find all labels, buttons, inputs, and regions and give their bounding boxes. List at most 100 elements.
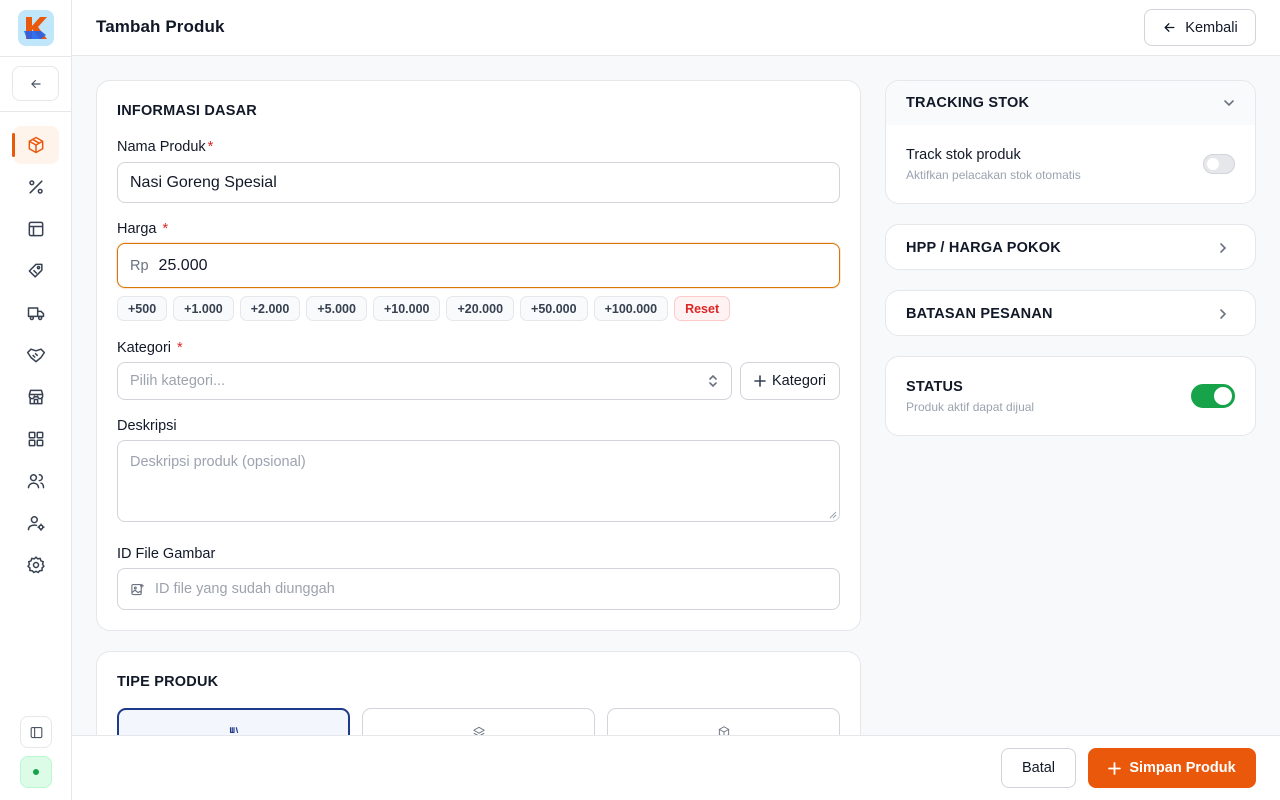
- back-button-label: Kembali: [1185, 19, 1238, 36]
- status-card: STATUS Produk aktif dapat dijual: [885, 356, 1256, 436]
- box-icon: [28, 136, 44, 154]
- add-category-button[interactable]: Kategori: [740, 362, 840, 400]
- select-placeholder: Pilih kategori...: [130, 373, 226, 389]
- required-mark: *: [177, 340, 183, 356]
- track-stock-title: Track stok produk: [906, 147, 1021, 163]
- plus-icon: [1108, 761, 1122, 775]
- reset-price-button[interactable]: Reset: [674, 296, 731, 321]
- toggle-knob: [1214, 387, 1232, 405]
- app-logo[interactable]: [18, 10, 54, 46]
- nav-item-settings[interactable]: [13, 546, 59, 584]
- chevron-right-icon: [1220, 243, 1227, 253]
- nav-item-apps[interactable]: [13, 420, 59, 458]
- grid-icon: [28, 431, 44, 447]
- gear-icon: [27, 556, 45, 574]
- layout-icon: [28, 221, 44, 237]
- section-title: HPP / HARGA POKOK: [906, 240, 1061, 256]
- required-mark: *: [162, 221, 169, 237]
- logo-icon: [24, 17, 47, 39]
- label-text: Kategori: [117, 340, 172, 356]
- image-plus-icon: [131, 583, 144, 595]
- nav-item-tags[interactable]: [13, 252, 59, 290]
- nav-item-partners[interactable]: [13, 336, 59, 374]
- chevron-up-down-icon: [709, 374, 717, 388]
- input-value: Nasi Goreng Spesial: [130, 173, 277, 191]
- button-label: Kategori: [771, 373, 826, 389]
- quick-amount-chips: +500 +1.000 +2.000 +5.000 +10.000 +20.00…: [117, 296, 731, 321]
- nav-item-delivery[interactable]: [13, 294, 59, 332]
- connection-status-indicator[interactable]: [20, 756, 52, 788]
- label-text: Nama Produk: [117, 139, 206, 155]
- nav-item-customers[interactable]: [13, 462, 59, 500]
- basic-info-card: INFORMASI DASAR Nama Produk * Nasi Goreng…: [96, 80, 861, 631]
- textarea-placeholder: Deskripsi produk (opsional): [130, 454, 306, 470]
- description-label: Deskripsi: [117, 418, 177, 434]
- product-name-input[interactable]: Nasi Goreng Spesial: [117, 162, 840, 203]
- arrow-left-icon: [30, 79, 41, 88]
- sidebar-divider: [0, 56, 72, 57]
- store-icon: [28, 389, 44, 405]
- arrow-left-icon: [1164, 23, 1175, 32]
- quick-amount-chip[interactable]: +10.000: [372, 296, 441, 321]
- plus-icon: [754, 375, 766, 387]
- price-input[interactable]: Rp 25.000: [117, 243, 840, 288]
- nav-item-stores[interactable]: [13, 378, 59, 416]
- quick-amount-chip[interactable]: +50.000: [520, 296, 588, 321]
- input-placeholder: ID file yang sudah diunggah: [155, 581, 335, 597]
- status-subtitle: Produk aktif dapat dijual: [906, 400, 1035, 414]
- toggle-knob: [1207, 158, 1219, 170]
- currency-prefix: Rp: [130, 257, 149, 274]
- input-value: 25.000: [158, 256, 208, 274]
- nav-item-layout[interactable]: [13, 210, 59, 248]
- quick-amount-chip[interactable]: +2.000: [239, 296, 301, 321]
- nav-item-staff[interactable]: [13, 504, 59, 542]
- track-stock-subtitle: Aktifkan pelacakan stok otomatis: [906, 168, 1081, 182]
- form-footer: Batal Simpan Produk: [72, 735, 1280, 800]
- button-label: Simpan Produk: [1129, 760, 1236, 776]
- image-id-input[interactable]: ID file yang sudah diunggah: [117, 568, 840, 610]
- chevron-down-icon: [1224, 100, 1234, 107]
- save-product-button[interactable]: Simpan Produk: [1088, 748, 1256, 788]
- section-title: TRACKING STOK: [906, 95, 1030, 111]
- product-name-label: Nama Produk *: [117, 139, 213, 155]
- quick-amount-chip[interactable]: +100.000: [593, 296, 669, 321]
- users-icon: [27, 474, 45, 489]
- quick-amount-chip[interactable]: +1.000: [173, 296, 234, 321]
- category-label: Kategori *: [117, 340, 183, 356]
- chevron-right-icon: [1220, 309, 1227, 319]
- sidebar-nav: [0, 126, 72, 588]
- cost-price-card[interactable]: HPP / HARGA POKOK: [885, 224, 1256, 270]
- back-button[interactable]: Kembali: [1144, 9, 1256, 46]
- status-toggle[interactable]: [1191, 384, 1235, 408]
- required-mark: *: [207, 139, 214, 155]
- tag-icon: [28, 263, 43, 278]
- cancel-button[interactable]: Batal: [1001, 748, 1076, 788]
- nav-item-discounts[interactable]: [13, 168, 59, 206]
- percent-icon: [29, 180, 43, 194]
- sidebar-panel-icon: [30, 726, 42, 738]
- toggle-sidebar-button[interactable]: [20, 716, 52, 748]
- page-header: Tambah Produk Kembali: [72, 0, 1280, 56]
- category-select[interactable]: Pilih kategori...: [117, 362, 732, 400]
- nav-item-products[interactable]: [12, 126, 59, 164]
- track-stock-toggle[interactable]: [1203, 154, 1235, 174]
- quick-amount-chip[interactable]: +500: [117, 296, 168, 321]
- section-title: STATUS: [906, 379, 964, 395]
- section-title: INFORMASI DASAR: [117, 103, 257, 119]
- user-cog-icon: [27, 516, 45, 531]
- image-id-label: ID File Gambar: [117, 546, 216, 562]
- quick-amount-chip[interactable]: +20.000: [446, 296, 515, 321]
- section-title: TIPE PRODUK: [117, 674, 219, 690]
- label-text: Harga: [117, 221, 157, 237]
- section-title: BATASAN PESANAN: [906, 306, 1053, 322]
- collapse-sidebar-button[interactable]: [12, 66, 59, 101]
- order-limit-card[interactable]: BATASAN PESANAN: [885, 290, 1256, 336]
- price-label: Harga *: [117, 221, 168, 237]
- description-textarea[interactable]: Deskripsi produk (opsional): [117, 440, 840, 522]
- stock-tracking-header[interactable]: TRACKING STOK: [886, 81, 1255, 125]
- stock-tracking-card: TRACKING STOK Track stok produk Aktifkan…: [885, 80, 1256, 204]
- handshake-icon: [26, 348, 46, 363]
- resize-handle-icon[interactable]: [829, 511, 837, 519]
- quick-amount-chip[interactable]: +5.000: [306, 296, 367, 321]
- truck-icon: [27, 307, 45, 321]
